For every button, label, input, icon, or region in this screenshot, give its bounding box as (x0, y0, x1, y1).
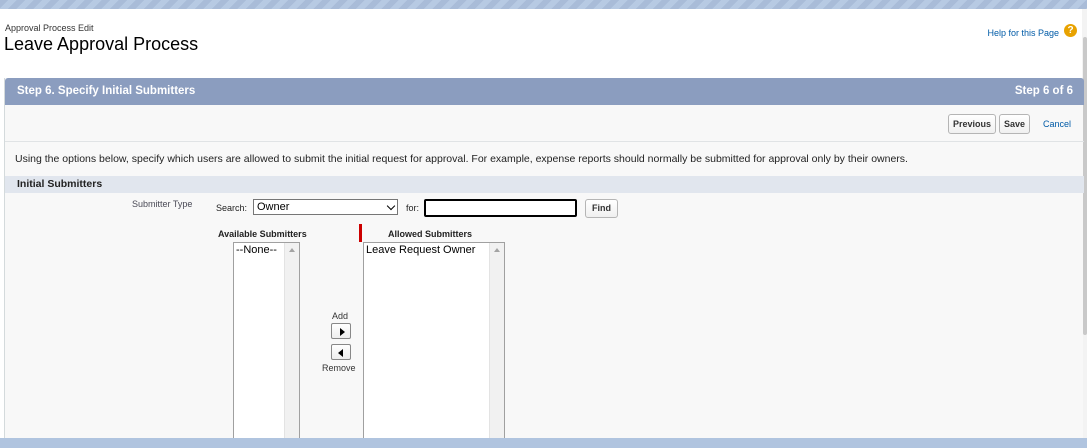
remove-label: Remove (322, 363, 356, 373)
instructions-text: Using the options below, specify which u… (15, 153, 908, 165)
remove-button[interactable] (331, 344, 351, 360)
find-button[interactable]: Find (585, 199, 618, 218)
scroll-up-icon[interactable] (289, 248, 295, 252)
available-submitters-label: Available Submitters (218, 229, 307, 239)
previous-button[interactable]: Previous (948, 114, 997, 134)
search-select-value: Owner (257, 201, 290, 213)
step-count: Step 6 of 6 (1014, 85, 1073, 97)
required-marker (359, 224, 362, 242)
divider (5, 141, 1084, 142)
section-title: Initial Submitters (17, 178, 103, 190)
breadcrumb: Approval Process Edit (5, 23, 94, 33)
step-header: Step 6. Specify Initial Submitters Step … (5, 78, 1084, 105)
list-item[interactable]: Leave Request Owner (366, 244, 475, 256)
available-submitters-list[interactable]: --None-- (233, 242, 300, 442)
list-scrollbar[interactable] (284, 243, 299, 441)
allowed-submitters-label: Allowed Submitters (388, 229, 473, 239)
list-item[interactable]: --None-- (236, 244, 277, 256)
cancel-link[interactable]: Cancel (1043, 119, 1071, 129)
bottom-decorative-band (0, 438, 1087, 448)
save-button[interactable]: Save (999, 114, 1031, 134)
help-link[interactable]: Help for this Page (987, 28, 1059, 38)
scroll-up-icon[interactable] (494, 248, 500, 252)
step-title: Step 6. Specify Initial Submitters (17, 85, 196, 97)
add-button[interactable] (331, 323, 351, 339)
allowed-submitters-list[interactable]: Leave Request Owner (363, 242, 505, 442)
top-decorative-band (0, 0, 1087, 9)
chevron-down-icon (386, 201, 396, 211)
search-label: Search: (216, 203, 248, 213)
submitter-type-label: Submitter Type (132, 199, 193, 209)
list-scrollbar[interactable] (489, 243, 504, 441)
search-select[interactable]: Owner (253, 199, 398, 215)
arrow-right-icon (340, 328, 345, 336)
add-label: Add (332, 311, 349, 321)
step-panel: Step 6. Specify Initial Submitters Step … (4, 78, 1084, 442)
page-title: Leave Approval Process (4, 34, 199, 54)
help-icon[interactable]: ? (1064, 24, 1077, 37)
for-label: for: (406, 203, 420, 213)
for-input[interactable] (424, 199, 577, 217)
section-header: Initial Submitters (5, 176, 1084, 193)
arrow-left-icon (338, 349, 343, 357)
